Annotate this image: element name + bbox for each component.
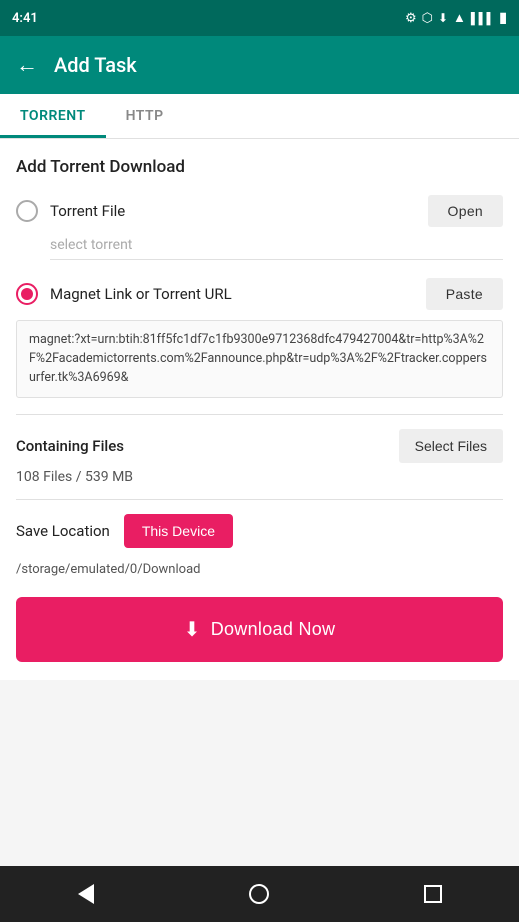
storage-path: /storage/emulated/0/Download xyxy=(16,558,503,577)
signal-icon: ▌▌▌ xyxy=(471,12,494,25)
nav-recent-button[interactable] xyxy=(424,885,442,903)
download-status-icon: ⬇ xyxy=(438,11,448,25)
tab-bar: TORRENT HTTP xyxy=(0,94,519,139)
main-content: Add Torrent Download Torrent File Open s… xyxy=(0,139,519,680)
magnet-url-text[interactable]: magnet:?xt=urn:btih:81ff5fc1df7c1fb9300e… xyxy=(16,320,503,398)
magnet-label: Magnet Link or Torrent URL xyxy=(50,285,232,303)
toolbar-title: Add Task xyxy=(54,53,137,77)
status-icons: ⚙ ⬡ ⬇ ▲ ▌▌▌ ▮ xyxy=(405,10,507,26)
files-info: 108 Files / 539 MB xyxy=(16,469,503,485)
this-device-button[interactable]: This Device xyxy=(124,514,233,548)
select-files-button[interactable]: Select Files xyxy=(399,429,503,463)
settings-icon: ⚙ xyxy=(405,11,417,26)
wifi-icon: ▲ xyxy=(453,10,466,26)
nav-home-button[interactable] xyxy=(249,884,269,904)
containing-files-row: Containing Files Select Files xyxy=(16,429,503,463)
back-button[interactable]: ← xyxy=(16,52,38,78)
recent-nav-icon xyxy=(424,885,442,903)
download-now-button[interactable]: ⬇ Download Now xyxy=(16,597,503,662)
torrent-file-radio[interactable] xyxy=(16,200,38,222)
open-button[interactable]: Open xyxy=(428,195,503,227)
toolbar: ← Add Task xyxy=(0,36,519,94)
tab-torrent[interactable]: TORRENT xyxy=(0,94,106,138)
status-bar: 4:41 ⚙ ⬡ ⬇ ▲ ▌▌▌ ▮ xyxy=(0,0,519,36)
save-location-label: Save Location xyxy=(16,522,110,540)
tab-http[interactable]: HTTP xyxy=(106,94,184,138)
download-icon: ⬇ xyxy=(184,617,201,642)
download-now-label: Download Now xyxy=(211,619,336,640)
home-nav-icon xyxy=(249,884,269,904)
magnet-radio[interactable] xyxy=(16,283,38,305)
back-nav-icon xyxy=(78,884,94,904)
paste-button[interactable]: Paste xyxy=(426,278,503,310)
battery-icon: ▮ xyxy=(499,10,507,26)
magnet-link-row: Magnet Link or Torrent URL Paste xyxy=(16,278,503,310)
save-location-row: Save Location This Device xyxy=(16,514,503,548)
torrent-file-label: Torrent File xyxy=(50,202,125,220)
bottom-nav xyxy=(0,866,519,922)
select-torrent-hint: select torrent xyxy=(50,237,503,260)
containing-files-label: Containing Files xyxy=(16,437,124,455)
shield-icon: ⬡ xyxy=(422,11,433,26)
nav-back-button[interactable] xyxy=(78,884,94,904)
divider-1 xyxy=(16,414,503,415)
section-title: Add Torrent Download xyxy=(16,157,503,177)
status-time: 4:41 xyxy=(12,11,38,26)
torrent-file-row: Torrent File Open xyxy=(16,195,503,227)
divider-2 xyxy=(16,499,503,500)
